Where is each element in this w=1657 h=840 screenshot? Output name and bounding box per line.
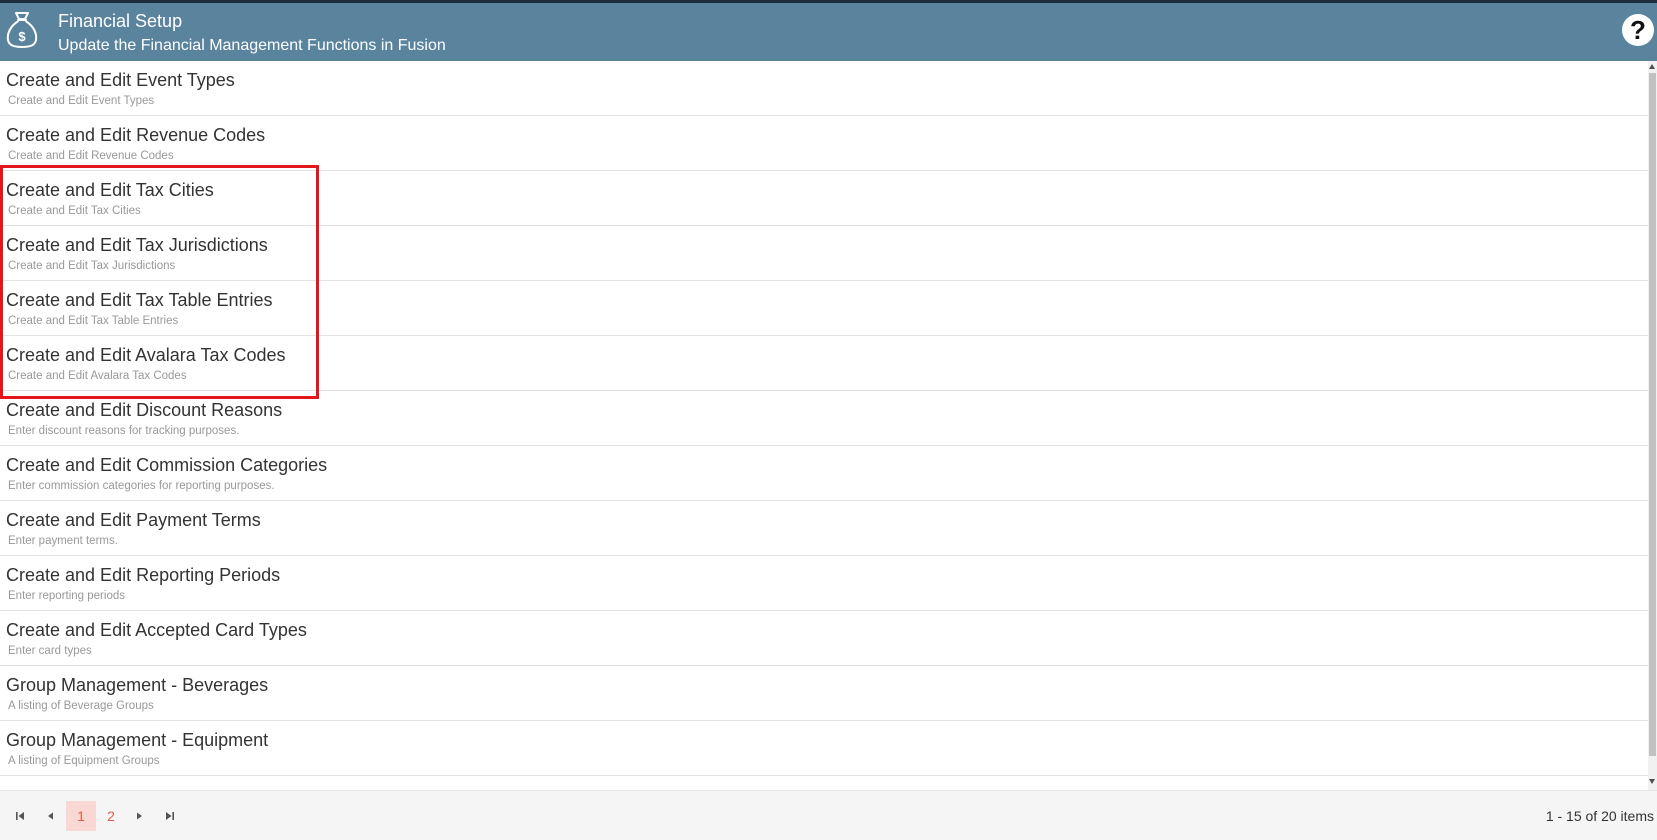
list-item-title: Create and Edit Discount Reasons <box>6 400 283 420</box>
list-item-title: Create and Edit Tax Cities <box>6 180 214 200</box>
list-item[interactable]: Create and Edit Accepted Card Types Ente… <box>0 611 1648 666</box>
next-page-button[interactable] <box>128 804 152 828</box>
list-item-title: Create and Edit Accepted Card Types <box>6 620 307 640</box>
next-page-icon <box>128 804 152 828</box>
financial-setup-app: $ Financial Setup Update the Financial M… <box>0 0 1657 840</box>
list-item-title: Create and Edit Event Types <box>6 70 235 90</box>
list-item-description: Create and Edit Event Types <box>8 95 155 107</box>
list-item-description: A listing of Equipment Groups <box>8 755 160 767</box>
list-item[interactable]: Create and Edit Tax Table Entries Create… <box>0 281 1648 336</box>
list-item[interactable]: Create and Edit Event Types Create and E… <box>0 61 1648 116</box>
list-item-title: Create and Edit Reporting Periods <box>6 565 281 585</box>
list-item-title: Create and Edit Payment Terms <box>6 510 261 530</box>
list-item-title: Group Management - Equipment <box>6 730 269 750</box>
setup-list: Create and Edit Event Types Create and E… <box>0 61 1648 790</box>
previous-page-button[interactable] <box>38 804 62 828</box>
list-item-title: Create and Edit Revenue Codes <box>6 125 266 145</box>
list-item-title: Create and Edit Tax Table Entries <box>6 290 273 310</box>
list-item-description: Create and Edit Avalara Tax Codes <box>8 370 187 382</box>
first-page-icon <box>8 804 32 828</box>
list-item-title: Create and Edit Avalara Tax Codes <box>6 345 286 365</box>
help-button[interactable]: ? <box>1622 14 1654 46</box>
list-item[interactable]: Create and Edit Commission Categories En… <box>0 446 1648 501</box>
list-item[interactable]: Create and Edit Tax Cities Create and Ed… <box>0 171 1648 226</box>
list-item-description: Enter commission categories for reportin… <box>8 480 275 492</box>
help-icon: ? <box>1630 15 1646 45</box>
money-bag-icon: $ <box>4 10 40 50</box>
list-item-description: A listing of Beverage Groups <box>8 700 154 712</box>
list-item-description: Create and Edit Revenue Codes <box>8 150 174 162</box>
previous-page-icon <box>38 804 62 828</box>
list-item[interactable]: Group Management - Beverages A listing o… <box>0 666 1648 721</box>
list-item-description: Enter reporting periods <box>8 590 125 602</box>
page-1-button[interactable]: 1 <box>66 801 96 831</box>
list-item-description: Create and Edit Tax Jurisdictions <box>8 260 176 272</box>
list-item[interactable]: Create and Edit Reporting Periods Enter … <box>0 556 1648 611</box>
scrollbar-thumb[interactable] <box>1649 73 1656 756</box>
list-item-title: Create and Edit Tax Jurisdictions <box>6 235 268 255</box>
page-2-button[interactable]: 2 <box>96 801 126 831</box>
scroll-up-arrow-icon[interactable] <box>1649 64 1655 69</box>
list-item[interactable]: Create and Edit Revenue Codes Create and… <box>0 116 1648 171</box>
page-subtitle: Update the Financial Management Function… <box>58 37 446 54</box>
list-item-description: Create and Edit Tax Cities <box>8 205 141 217</box>
list-item-description: Enter discount reasons for tracking purp… <box>8 425 240 437</box>
first-page-button[interactable] <box>8 804 32 828</box>
page-header: $ Financial Setup Update the Financial M… <box>0 3 1657 61</box>
list-item[interactable]: Create and Edit Avalara Tax Codes Create… <box>0 336 1648 391</box>
scroll-down-arrow-icon[interactable] <box>1649 779 1655 784</box>
last-page-icon <box>158 804 182 828</box>
list-item[interactable]: Create and Edit Tax Jurisdictions Create… <box>0 226 1648 281</box>
page-title: Financial Setup <box>58 11 183 31</box>
svg-text:$: $ <box>18 29 26 44</box>
last-page-button[interactable] <box>158 804 182 828</box>
list-item-title: Group Management - Beverages <box>6 675 269 695</box>
list-item-description: Enter payment terms. <box>8 535 118 547</box>
list-item-description: Create and Edit Tax Table Entries <box>8 315 179 327</box>
vertical-scrollbar[interactable] <box>1648 61 1657 790</box>
list-item[interactable]: Group Management - Equipment A listing o… <box>0 721 1648 776</box>
list-item-description: Enter card types <box>8 645 92 657</box>
list-item[interactable]: Create and Edit Payment Terms Enter paym… <box>0 501 1648 556</box>
pagination-info: 1 - 15 of 20 items <box>1545 808 1654 824</box>
list-item-title: Create and Edit Commission Categories <box>6 455 328 475</box>
pagination-bar: 1 2 1 - 15 of 20 items <box>0 790 1657 840</box>
list-item[interactable]: Create and Edit Discount Reasons Enter d… <box>0 391 1648 446</box>
